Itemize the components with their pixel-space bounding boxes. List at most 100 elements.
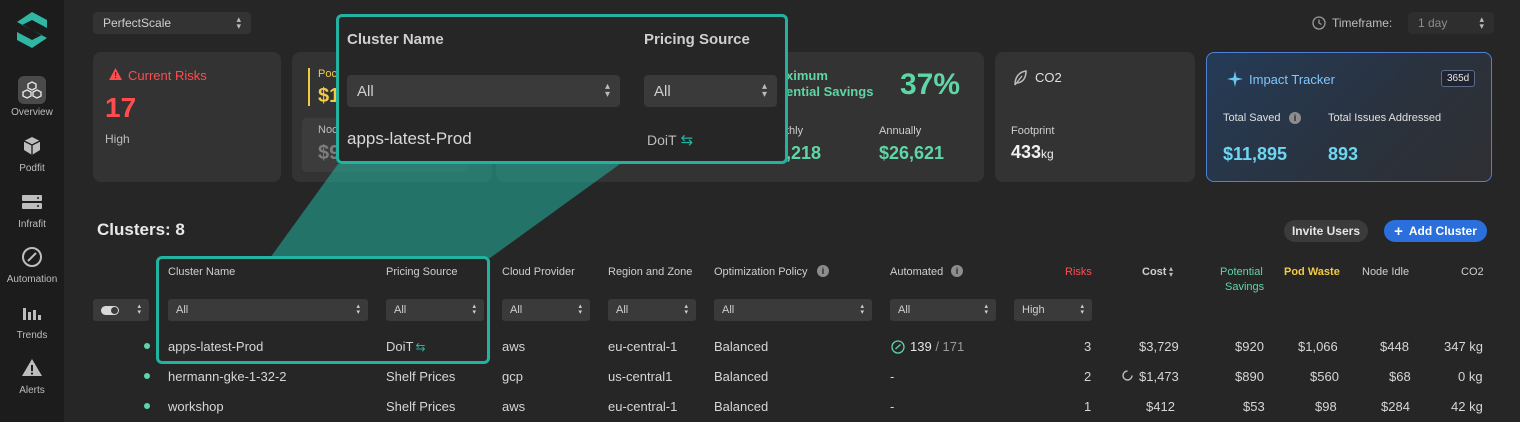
organization-select[interactable]: PerfectScale ▴ ▾ (93, 12, 251, 34)
leaf-icon (1014, 70, 1027, 86)
column-header-pod-waste[interactable]: Pod Waste (1284, 266, 1340, 278)
optimization-policy: Balanced (714, 399, 769, 414)
toggle-icon (101, 305, 119, 315)
cloud-provider-filter-value: All (510, 304, 523, 316)
sidebar-item-label: Alerts (19, 385, 45, 396)
node-cost-title: Noc (318, 124, 338, 136)
automated-filter-value: All (898, 304, 911, 316)
column-header-potential-savings-line1[interactable]: Potential (1220, 266, 1263, 278)
sidebar-item-automation[interactable]: Automation (0, 243, 64, 295)
sidebar-item-podfit[interactable]: Podfit (0, 132, 64, 184)
automation-icon (18, 243, 46, 271)
chevron-updown-icon: ▴ ▾ (604, 81, 610, 100)
total-issues-value: 893 (1328, 144, 1359, 164)
sidebar-item-label: Overview (11, 107, 53, 118)
column-header-node-idle[interactable]: Node Idle (1362, 266, 1409, 278)
column-header-risks[interactable]: Risks (1065, 266, 1092, 278)
sidebar-item-label: Trends (16, 330, 48, 341)
organization-select-value: PerfectScale (103, 16, 172, 30)
pricing-source: Shelf Prices (386, 399, 456, 414)
risks-filter[interactable]: High ▴ ▾ (1014, 299, 1092, 321)
current-risks-title: Current Risks (128, 68, 207, 83)
sidebar-item-label: Infrafit (18, 219, 46, 230)
impact-tracker-title: Impact Tracker (1249, 72, 1335, 87)
automated-count: - (890, 399, 895, 414)
sparkle-icon (1227, 71, 1243, 87)
sidebar: Overview Podfit Infrafit Automation Tren… (0, 0, 64, 422)
pod-waste: $98 (1315, 399, 1337, 414)
info-icon[interactable]: i (951, 265, 963, 277)
sort-icon[interactable]: ▴ ▾ (1169, 265, 1173, 279)
cluster-name[interactable]: hermann-gke-1-32-2 (168, 369, 287, 384)
optimization-policy: Balanced (714, 339, 769, 354)
current-risks-card[interactable]: Current Risks 17 High (93, 52, 281, 182)
sidebar-item-alerts[interactable]: Alerts (0, 354, 64, 406)
zoom-pricing-source-header: Pricing Source (644, 31, 750, 48)
perfectscale-logo-icon[interactable] (14, 10, 50, 50)
region-filter[interactable]: All ▴ ▾ (608, 299, 696, 321)
clock-icon (1312, 16, 1326, 30)
zoom-pricing-source-filter[interactable]: All ▴ ▾ (644, 75, 777, 107)
co2: 42 kg (1451, 399, 1483, 414)
annually-value: $26,621 (879, 143, 945, 163)
cloud-provider-filter[interactable]: All ▴ ▾ (502, 299, 590, 321)
zoom-cluster-name-filter-value: All (357, 82, 374, 100)
chevron-updown-icon: ▴ ▾ (684, 303, 688, 316)
column-header-cost[interactable]: Cost (1142, 266, 1166, 278)
invite-users-button[interactable]: Invite Users (1284, 220, 1368, 242)
cluster-status-dot (144, 373, 150, 379)
swap-icon: ⇆ (680, 132, 694, 149)
sidebar-item-infrafit[interactable]: Infrafit (0, 188, 64, 240)
view-toggle-select[interactable]: ▴ ▾ (93, 299, 149, 321)
column-header-cloud-provider[interactable]: Cloud Provider (502, 266, 575, 278)
zoom-callout: Cluster Name Pricing Source All ▴ ▾ All ▴… (336, 14, 788, 164)
footprint-label: Footprint (1011, 125, 1055, 137)
chevron-updown-icon: ▴ ▾ (1080, 303, 1084, 316)
risks-count: 1 (1084, 399, 1092, 414)
cost: $412 (1146, 399, 1175, 414)
region-filter-value: All (616, 304, 629, 316)
pod-accent-bar (308, 68, 310, 106)
potential-savings: $53 (1243, 399, 1265, 414)
zoom-cluster-name-filter[interactable]: All ▴ ▾ (347, 75, 620, 107)
pod-waste: $560 (1310, 369, 1339, 384)
pod-cost-title: Poc (318, 68, 337, 80)
column-header-optimization-policy[interactable]: Optimization Policy (714, 266, 808, 278)
co2-card[interactable]: CO2 Footprint 433kg (995, 52, 1195, 182)
co2: 347 kg (1444, 339, 1484, 354)
plus-icon: + (1394, 222, 1403, 240)
column-header-automated[interactable]: Automated (890, 266, 943, 278)
add-cluster-button[interactable]: + Add Cluster (1384, 220, 1487, 242)
loading-icon (1122, 370, 1133, 381)
risks-count: 3 (1084, 339, 1092, 354)
cost: $1,473 (1139, 369, 1179, 384)
chevron-updown-icon: ▴ ▾ (137, 303, 141, 316)
region: us-central1 (608, 369, 673, 384)
sidebar-item-label: Automation (6, 274, 58, 285)
zoom-pricing-source-value: DoiT ⇆ (647, 132, 694, 149)
column-header-co2[interactable]: CO2 (1461, 266, 1484, 278)
timeframe-select[interactable]: 1 day ▴ ▾ (1408, 12, 1494, 34)
sidebar-item-overview[interactable]: Overview (0, 76, 64, 128)
sidebar-item-trends[interactable]: Trends (0, 299, 64, 351)
cluster-name[interactable]: workshop (168, 399, 224, 414)
info-icon[interactable]: i (1289, 112, 1301, 124)
info-icon[interactable]: i (817, 265, 829, 277)
node-idle: $448 (1380, 339, 1409, 354)
automation-check-icon (891, 340, 905, 354)
node-idle: $68 (1389, 369, 1411, 384)
chevron-updown-icon: ▴ ▾ (984, 303, 988, 316)
column-header-region[interactable]: Region and Zone (608, 266, 692, 278)
monthly-value: ,218 (786, 143, 822, 163)
impact-tracker-card[interactable]: Impact Tracker 365d Total Saved i Total … (1206, 52, 1492, 182)
zoom-cluster-name-header: Cluster Name (347, 31, 444, 48)
node-idle: $284 (1381, 399, 1410, 414)
cost: $3,729 (1139, 339, 1179, 354)
optimization-policy-filter[interactable]: All ▴ ▾ (714, 299, 872, 321)
zoom-cluster-name-value[interactable]: apps-latest-Prod (347, 129, 472, 149)
savings-title-line2: ential Savings (786, 84, 874, 99)
automated-filter[interactable]: All ▴ ▾ (890, 299, 996, 321)
overview-icon (18, 76, 46, 104)
podfit-icon (18, 132, 46, 160)
zoom-pricing-source-filter-value: All (654, 82, 671, 100)
